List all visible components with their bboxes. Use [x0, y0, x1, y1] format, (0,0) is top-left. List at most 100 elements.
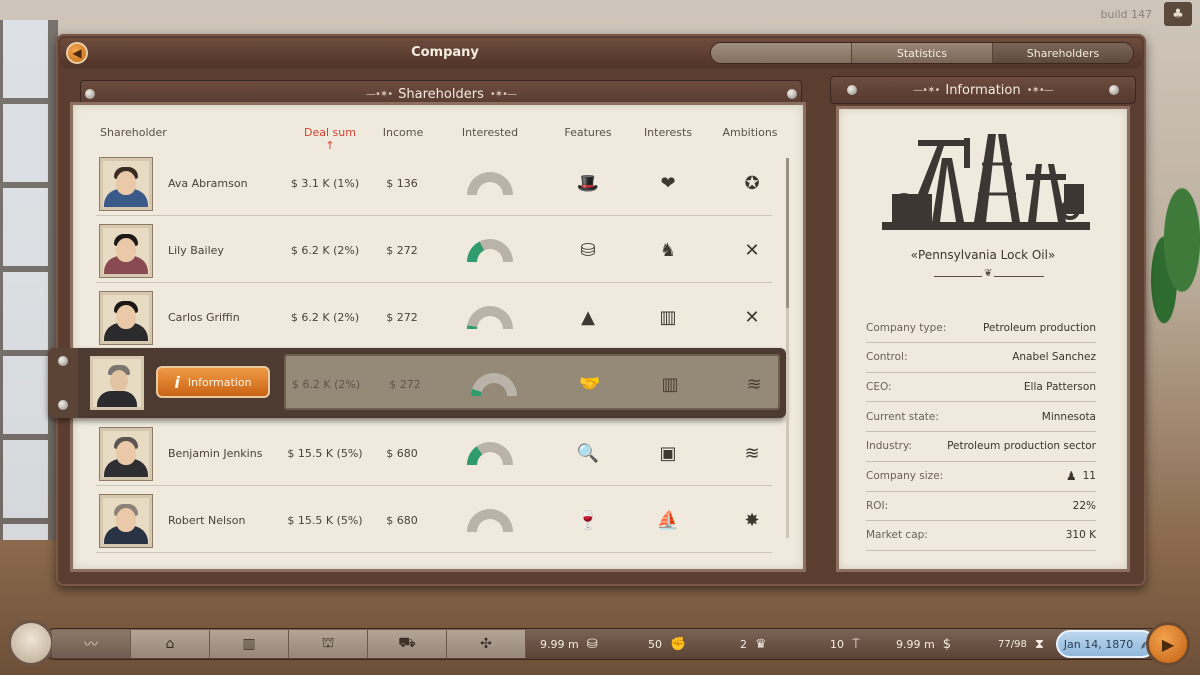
- interest-gauge: [462, 420, 518, 486]
- flourish-divider: [934, 268, 1044, 282]
- avatar[interactable]: [99, 427, 153, 481]
- shareholder-row[interactable]: Benjamin Jenkins $ 15.5 K (5%) $ 680 🔍 ▣…: [96, 420, 772, 486]
- avatar[interactable]: [90, 356, 144, 410]
- income: $ 680: [386, 513, 418, 527]
- flourish-icon: —•✶•: [913, 84, 940, 96]
- deal-sum: $ 6.2 K (2%): [290, 310, 360, 324]
- build-label: build 147: [1100, 8, 1152, 21]
- flourish-icon: •✶•—: [1026, 84, 1054, 96]
- info-field: Industry: Petroleum production sector: [866, 432, 1096, 462]
- play-button[interactable]: ▶: [1146, 622, 1190, 666]
- tree-icon: ♣: [1172, 6, 1184, 22]
- date-value: Jan 14, 1870: [1063, 637, 1134, 651]
- shareholder-row[interactable]: Ava Abramson $ 3.1 K (1%) $ 136 🎩 ❤ ✪: [96, 150, 772, 216]
- col-deal-sum[interactable]: Deal sum ↑: [300, 126, 360, 152]
- income: $ 272: [386, 310, 418, 324]
- deal-sum: $ 15.5 K (5%): [287, 513, 363, 527]
- company-name: «Pennsylvania Lock Oil»: [910, 248, 1056, 262]
- col-ambitions[interactable]: Ambitions: [722, 126, 778, 139]
- table-scrollbar[interactable]: [786, 158, 789, 538]
- crowns-value: 2: [740, 638, 747, 651]
- rivet-icon: [85, 89, 95, 99]
- time-value: 77/98: [998, 639, 1027, 650]
- interest-gauge: [462, 150, 518, 216]
- player-avatar[interactable]: [8, 620, 54, 666]
- play-icon: ▶: [1161, 634, 1175, 654]
- info-field-value: 22%: [1072, 499, 1096, 512]
- fireworks-icon: ✸: [744, 509, 760, 531]
- rivet-icon: [58, 400, 68, 410]
- selected-shareholder-row[interactable]: i Information $ 6.2 K (2%) $ 272 🤝 ▥ ≋: [48, 348, 786, 418]
- coins-icon: ⛁: [580, 239, 596, 261]
- bar-chart-icon: ▥: [242, 636, 256, 652]
- avatar[interactable]: [99, 291, 153, 345]
- shareholder-name: Lily Bailey: [168, 243, 224, 257]
- col-features[interactable]: Features: [562, 126, 614, 139]
- info-icon: i: [174, 372, 180, 392]
- fist-icon: ✊: [670, 637, 687, 652]
- cash-value: 9.99 m: [896, 638, 935, 651]
- info-field-value: 310 K: [1065, 529, 1096, 542]
- tower-icon: ⍑: [852, 637, 860, 652]
- shareholder-row[interactable]: Robert Nelson $ 15.5 K (5%) $ 680 🍷 ⛵ ✸: [96, 487, 772, 553]
- info-field-key: Market cap:: [866, 529, 928, 542]
- tab-shareholders[interactable]: Shareholders: [992, 43, 1133, 63]
- workers-stat: 50 ✊: [648, 637, 686, 652]
- gauge-track: [467, 172, 513, 195]
- info-field-value: 11: [1082, 470, 1096, 482]
- bottom-bar: 〰 ⌂ ▥ ⛫ ⛟ ✣ 9.99 m ⛁ 50 ✊ 2 ♛ 10 ⍑ 9.99 m $ 7…: [0, 612, 1200, 675]
- person-icon: ♟: [1065, 469, 1077, 483]
- shareholder-name: Carlos Griffin: [168, 310, 240, 324]
- money-stat: 9.99 m ⛁: [540, 637, 598, 652]
- network-icon: ✣: [480, 636, 492, 652]
- nav-map[interactable]: 〰: [52, 630, 131, 658]
- information-panel-title: Information: [945, 82, 1021, 98]
- nav-bank[interactable]: ⌂: [131, 630, 210, 658]
- info-field: ROI: 22%: [866, 491, 1096, 522]
- nav-statistics[interactable]: ▥: [210, 630, 289, 658]
- info-field-key: Company type:: [866, 321, 947, 334]
- nav-vehicles[interactable]: ⛟: [368, 630, 447, 658]
- nav-government[interactable]: ⛫: [289, 630, 368, 658]
- shareholder-row[interactable]: Carlos Griffin $ 6.2 K (2%) $ 272 ▲ ▥ ✕: [96, 284, 772, 350]
- selected-row-details: $ 6.2 K (2%) $ 272 🤝 ▥ ≋: [284, 354, 780, 410]
- time-stat: 77/98 ⧗: [998, 637, 1044, 652]
- col-income[interactable]: Income: [380, 126, 426, 139]
- crossed-tools-icon: ✕: [744, 306, 760, 328]
- info-field: Market cap: 310 K: [866, 521, 1096, 551]
- col-interests[interactable]: Interests: [642, 126, 694, 139]
- col-shareholder[interactable]: Shareholder: [100, 126, 167, 139]
- background-plant: [1140, 160, 1200, 360]
- money-value: 9.99 m: [540, 638, 579, 651]
- avatar[interactable]: [99, 494, 153, 548]
- heart-hands-icon: ❤: [660, 172, 676, 194]
- wheat-icon: ≋: [744, 442, 760, 464]
- capitol-icon: ⛫: [321, 635, 335, 651]
- income: $ 272: [389, 377, 421, 391]
- nav-network[interactable]: ✣: [447, 630, 526, 658]
- info-field: CEO: Ella Patterson: [866, 372, 1096, 403]
- tree-menu-button[interactable]: ♣: [1164, 2, 1192, 26]
- avatar[interactable]: [99, 224, 153, 278]
- deal-sum: $ 3.1 K (1%): [290, 176, 360, 190]
- crown-icon: ♛: [755, 637, 767, 652]
- window-topbar: ◀ Company Statistics Shareholders: [60, 38, 1142, 68]
- wheat-icon: ≋: [746, 373, 762, 395]
- income: $ 136: [386, 176, 418, 190]
- gauge-track: [467, 509, 513, 532]
- information-button[interactable]: i Information: [156, 366, 270, 398]
- shareholder-row[interactable]: Lily Bailey $ 6.2 K (2%) $ 272 ⛁ ♞ ✕: [96, 217, 772, 283]
- interest-gauge: [462, 284, 518, 350]
- flourish-icon: —•✶•: [365, 88, 393, 100]
- scrollbar-thumb[interactable]: [786, 158, 789, 308]
- shareholders-panel-title: Shareholders: [398, 86, 484, 102]
- info-field: Current state: Minnesota: [866, 402, 1096, 433]
- workers-value: 50: [648, 638, 662, 651]
- info-field-key: ROI:: [866, 499, 889, 512]
- avatar[interactable]: [99, 157, 153, 211]
- interest-gauge: [462, 487, 518, 553]
- tab-statistics[interactable]: Statistics: [851, 43, 992, 63]
- col-interested[interactable]: Interested: [460, 126, 520, 139]
- row-handle: [48, 348, 78, 418]
- date-display[interactable]: Jan 14, 1870 ⸙: [1056, 630, 1156, 658]
